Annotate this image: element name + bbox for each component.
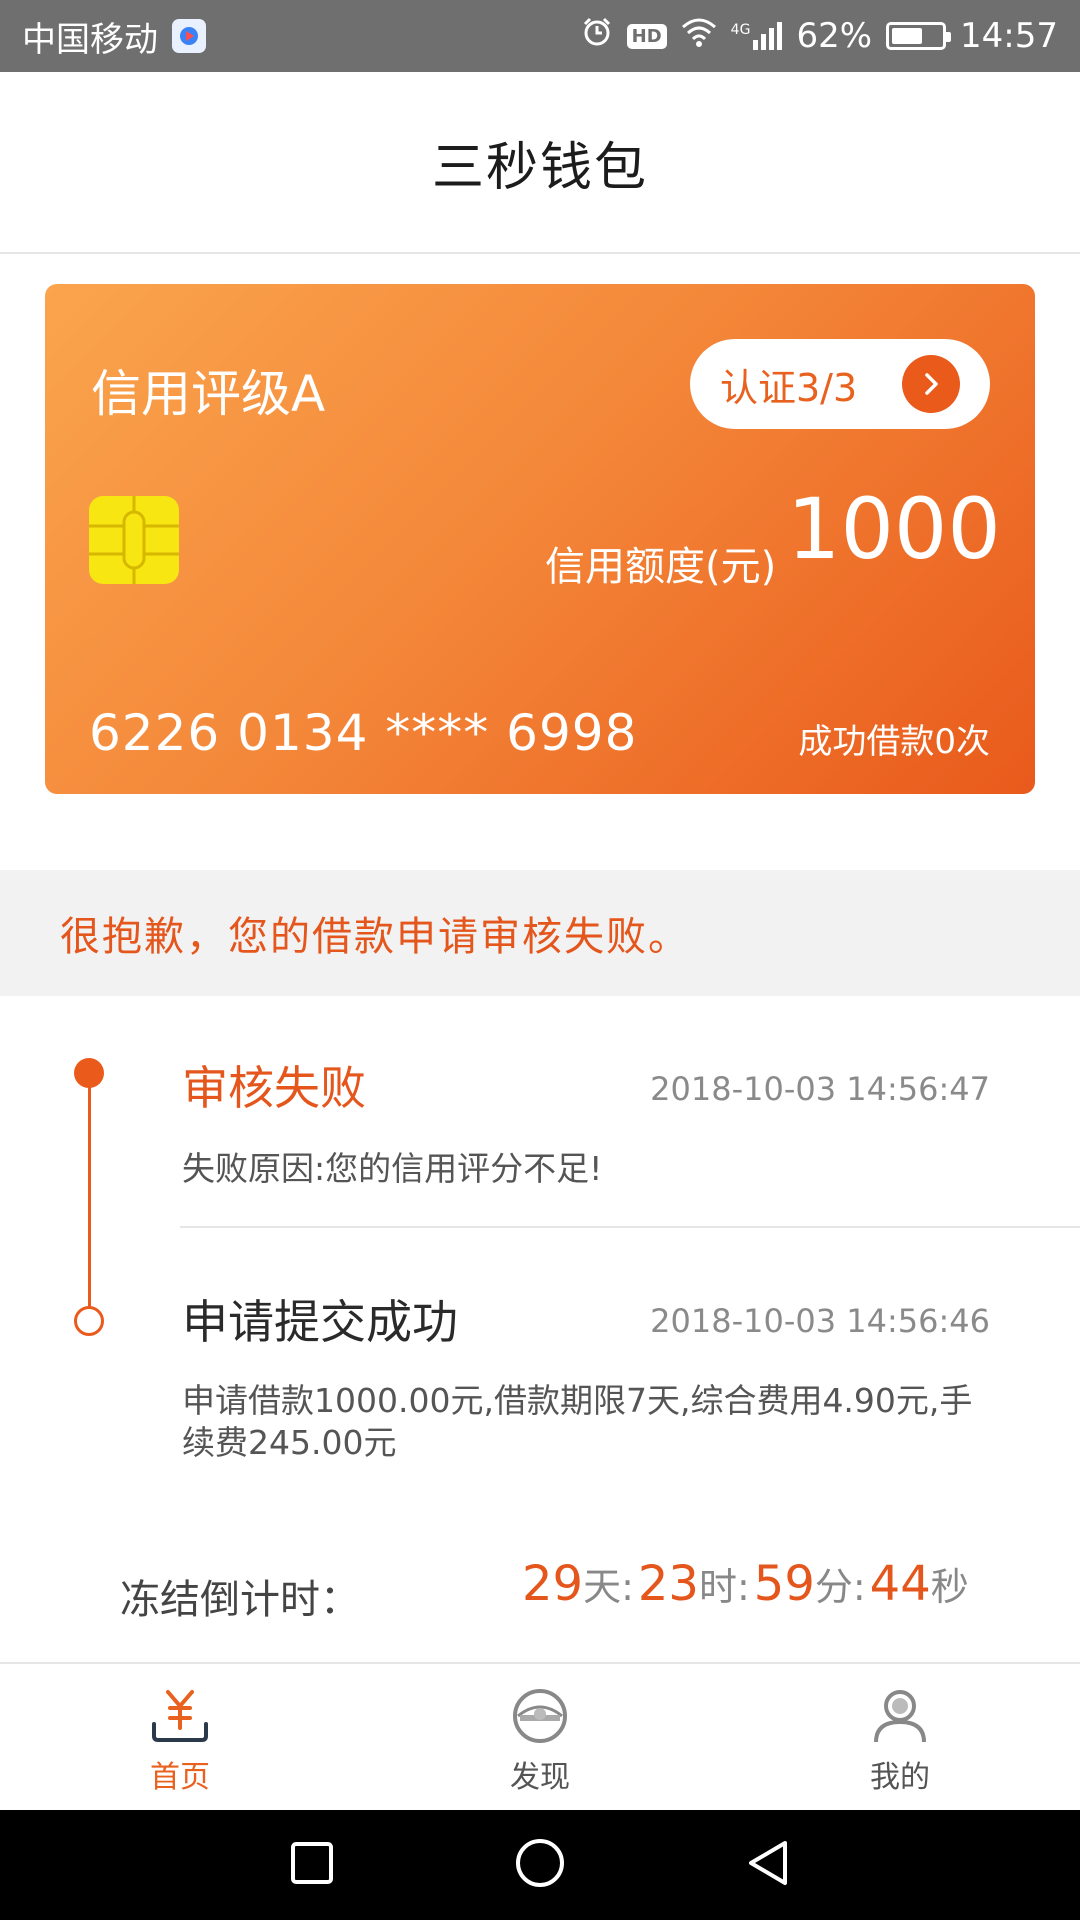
back-button[interactable]	[745, 1839, 791, 1891]
timeline-desc-review-failed: 失败原因:您的信用评分不足!	[182, 1149, 603, 1188]
credit-rating: 信用评级A	[91, 365, 326, 423]
freeze-countdown-label: 冻结倒计时：	[120, 1577, 360, 1623]
timeline-title-review-failed: 审核失败	[182, 1061, 366, 1115]
failure-notice: 很抱歉，您的借款申请审核失败。	[0, 870, 1080, 996]
nav-item-discover[interactable]: 发现	[360, 1664, 720, 1810]
countdown-days-unit: 天:	[583, 1565, 634, 1609]
timeline-dot-current	[74, 1058, 104, 1088]
hd-icon: HD	[626, 23, 667, 49]
status-bar: 中国移动 HD 4G 62% 14:57	[0, 0, 1080, 72]
certification-button[interactable]: 认证3/3	[690, 339, 990, 429]
nav-label-mine: 我的	[870, 1760, 930, 1795]
carrier-app-icon	[172, 19, 206, 53]
status-right: HD 4G 62% 14:57	[581, 16, 1058, 57]
countdown-hours-unit: 时:	[698, 1565, 750, 1609]
timeline-line	[88, 1073, 91, 1320]
successful-loan-count: 成功借款0次	[798, 722, 990, 762]
credit-limit-label: 信用额度(元)	[545, 544, 777, 590]
bottom-nav: 首页 发现 我的	[0, 1662, 1080, 1810]
wifi-icon	[681, 16, 717, 56]
countdown-hours: 23	[637, 1556, 699, 1612]
nav-item-home[interactable]: 首页	[0, 1664, 360, 1810]
countdown-days: 29	[522, 1556, 584, 1612]
person-icon	[870, 1688, 930, 1748]
yuan-tray-icon	[148, 1688, 212, 1748]
network-type: 4G	[730, 22, 751, 38]
recent-apps-button[interactable]	[289, 1840, 335, 1890]
clock: 14:57	[960, 16, 1058, 56]
system-nav-bar	[0, 1810, 1080, 1920]
alarm-icon	[581, 16, 613, 57]
battery-icon	[886, 22, 952, 50]
countdown-minutes-unit: 分:	[814, 1565, 866, 1609]
status-left: 中国移动	[22, 12, 206, 61]
chevron-right-icon	[902, 355, 960, 413]
timeline-time-review-failed: 2018-10-03 14:56:47	[650, 1070, 990, 1108]
countdown-seconds-unit: 秒	[930, 1565, 969, 1609]
freeze-countdown: 29 天: 23 时: 59 分: 44 秒	[522, 1556, 973, 1612]
timeline-divider	[180, 1226, 1080, 1228]
card-chip-icon	[89, 496, 179, 584]
eye-icon	[510, 1688, 570, 1748]
countdown-seconds: 44	[869, 1556, 931, 1612]
nav-label-discover: 发现	[510, 1760, 570, 1795]
carrier-name: 中国移动	[22, 19, 158, 60]
timeline-desc-submitted: 申请借款1000.00元,借款期限7天,综合费用4.90元,手续费245.00元	[182, 1381, 973, 1462]
nav-label-home: 首页	[150, 1760, 210, 1795]
timeline-dot-previous	[74, 1306, 104, 1336]
title-bar: 三秒钱包	[0, 72, 1080, 254]
battery-fill	[892, 28, 922, 44]
countdown-minutes: 59	[753, 1556, 815, 1612]
timeline-title-submitted: 申请提交成功	[182, 1295, 458, 1349]
credit-limit-value: 1000	[787, 480, 1001, 578]
home-button[interactable]	[514, 1837, 566, 1893]
battery-percent: 62%	[796, 16, 873, 56]
page-title: 三秒钱包	[431, 137, 648, 198]
card-number: 6226 0134 **** 6998	[89, 704, 638, 762]
certification-label: 认证3/3	[720, 365, 858, 410]
credit-card: 信用评级A 认证3/3 信用额度(元) 1000 6226 0134 **** …	[45, 284, 1035, 794]
signal-icon: 4G	[731, 22, 783, 50]
nav-item-mine[interactable]: 我的	[720, 1664, 1080, 1810]
timeline-time-submitted: 2018-10-03 14:56:46	[650, 1302, 990, 1340]
